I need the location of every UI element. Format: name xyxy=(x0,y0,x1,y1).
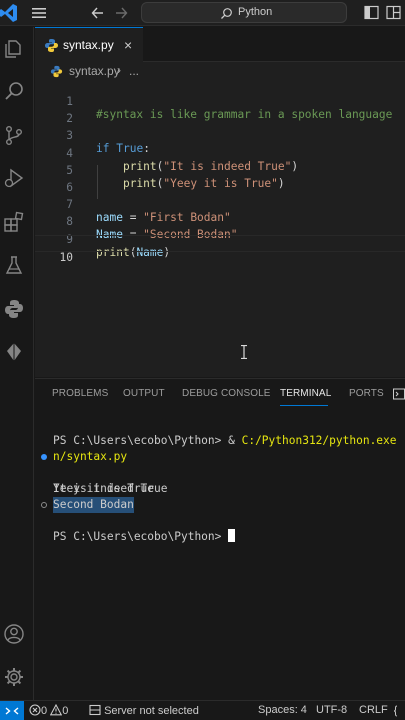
title-bar: Python xyxy=(0,0,405,26)
code-line[interactable]: 6 xyxy=(35,166,405,194)
python-file-icon xyxy=(50,65,63,78)
mouse-ibeam-cursor-icon xyxy=(241,345,247,359)
code-line[interactable]: 3 if True: xyxy=(35,114,405,155)
command-decoration-icon[interactable] xyxy=(41,454,47,460)
terminal-output[interactable]: PS C:\Users\ecobo\Python> & C:/Python312… xyxy=(35,417,405,543)
vscode-logo-icon xyxy=(0,4,17,22)
code-line-current[interactable]: 10 xyxy=(35,234,405,264)
source-control-icon[interactable] xyxy=(3,124,25,146)
interpreter-status[interactable]: Server not selected xyxy=(89,704,199,717)
search-icon xyxy=(221,8,232,19)
terminal-line: PS C:\Users\ecobo\Python> & C:/Python312… xyxy=(35,417,405,447)
remote-explorer-icon[interactable] xyxy=(3,341,25,363)
hamburger-menu-icon[interactable] xyxy=(30,5,48,21)
run-and-debug-icon[interactable] xyxy=(3,167,25,189)
code-line[interactable]: 7 name = "First Bodan" xyxy=(35,183,405,224)
remote-indicator[interactable] xyxy=(0,701,24,720)
python-icon[interactable] xyxy=(3,298,25,320)
terminal-line: PS C:\Users\ecobo\Python> xyxy=(35,497,405,543)
forward-arrow-icon[interactable] xyxy=(113,4,129,22)
code-line[interactable]: 4 print("It is indeed True") xyxy=(35,132,405,173)
tab-output[interactable]: OUTPUT xyxy=(123,388,165,399)
toggle-sidebar-icon[interactable] xyxy=(364,5,379,20)
terminal-line: n/syntax.py xyxy=(35,433,405,463)
server-icon xyxy=(89,704,101,716)
problems-status[interactable]: 0 0 xyxy=(29,703,69,717)
close-tab-icon[interactable]: × xyxy=(124,38,132,52)
language-braces-icon[interactable] xyxy=(394,705,404,717)
warning-count: 0 xyxy=(62,705,69,717)
remote-icon xyxy=(5,707,19,715)
tab-debug-console[interactable]: DEBUG CONSOLE xyxy=(182,388,271,399)
tab-filename: syntax.py xyxy=(63,38,114,52)
extensions-icon[interactable] xyxy=(3,211,25,233)
terminal-cursor xyxy=(228,529,236,542)
editor-area: syntax.py × syntax.py › ... 1 #syntax is… xyxy=(35,27,405,377)
command-decoration-icon[interactable] xyxy=(41,502,47,508)
warning-icon xyxy=(49,703,63,716)
explorer-files-icon[interactable] xyxy=(3,37,25,59)
terminal-line: Yeey it is True xyxy=(35,465,405,495)
line-number: 10 xyxy=(59,250,73,264)
terminal-line: It is indeed True xyxy=(35,449,405,495)
terminal-profile-icon[interactable] xyxy=(393,388,405,400)
tab-ports[interactable]: PORTS xyxy=(349,388,384,399)
breadcrumb: syntax.py › ... xyxy=(35,62,405,80)
error-count: 0 xyxy=(41,705,48,717)
command-center-search[interactable]: Python xyxy=(141,2,347,23)
tab-problems[interactable]: PROBLEMS xyxy=(52,388,108,399)
status-bar: 0 0 Server not selected Spaces: 4 UTF-8 … xyxy=(0,700,405,720)
terminal-prompt: PS C:\Users\ecobo\Python> xyxy=(53,530,229,543)
code-line[interactable]: 8 Name = "Second Bodan" xyxy=(35,200,405,241)
interpreter-label: Server not selected xyxy=(104,705,199,717)
bottom-panel: PROBLEMS OUTPUT DEBUG CONSOLE TERMINAL P… xyxy=(35,378,405,700)
encoding-status[interactable]: UTF-8 xyxy=(316,704,347,716)
indentation-status[interactable]: Spaces: 4 xyxy=(258,704,307,716)
customize-layout-icon[interactable] xyxy=(386,5,401,20)
activity-bar xyxy=(0,27,34,700)
testing-flask-icon[interactable] xyxy=(3,254,25,276)
code-line[interactable]: 9 print(Name) xyxy=(35,218,405,259)
code-line[interactable]: 2 xyxy=(35,97,405,125)
error-icon xyxy=(29,704,41,716)
code-line[interactable]: 1 #syntax is like grammar in a spoken la… xyxy=(35,80,405,121)
tab-syntax-py[interactable]: syntax.py × xyxy=(35,27,143,62)
breadcrumb-file[interactable]: syntax.py xyxy=(69,64,120,78)
code-line[interactable]: 5 print("Yeey it is True") xyxy=(35,149,405,190)
code-editor[interactable]: 1 #syntax is like grammar in a spoken la… xyxy=(35,80,405,264)
manage-gear-icon[interactable] xyxy=(3,666,25,688)
indent-guide xyxy=(97,165,98,199)
search-icon[interactable] xyxy=(3,80,25,102)
python-file-icon xyxy=(45,39,58,52)
editor-tab-bar: syntax.py × xyxy=(35,27,405,62)
back-arrow-icon[interactable] xyxy=(90,4,106,22)
account-icon[interactable] xyxy=(3,623,25,645)
active-tab-underline xyxy=(280,405,328,406)
terminal-line: Second Bodan xyxy=(35,481,405,513)
eol-status[interactable]: CRLF xyxy=(359,704,388,716)
breadcrumb-separator: › xyxy=(117,63,121,77)
breadcrumb-symbols[interactable]: ... xyxy=(129,64,139,78)
search-label: Python xyxy=(238,6,273,18)
tab-terminal[interactable]: TERMINAL xyxy=(280,388,331,399)
